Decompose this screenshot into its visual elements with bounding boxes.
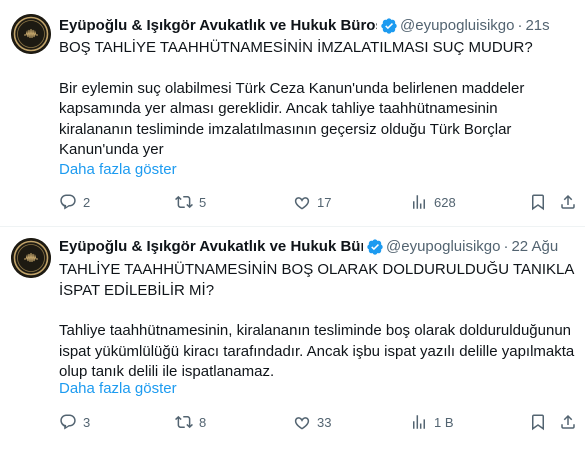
separator-dot: ·	[517, 17, 523, 34]
author-handle[interactable]: @eyupogluisikgo	[400, 16, 514, 36]
bookmark-button[interactable]	[529, 412, 547, 432]
share-icon	[561, 414, 575, 429]
tweet-headline: BOŞ TAHLİYE TAAHHÜTNAMESİNİN İMZALATILMA…	[59, 39, 533, 56]
like-button[interactable]: 33	[293, 412, 331, 432]
timestamp[interactable]: 21s	[525, 16, 549, 36]
reply-count: 3	[83, 414, 91, 430]
tweet-header: Eyüpoğlu & Işıkgör Avukatlık ve Hukuk Bü…	[59, 16, 585, 36]
author-handle[interactable]: @eyupogluisikgo	[386, 237, 500, 257]
author-name[interactable]: Eyüpoğlu & Işıkgör Avukatlık ve Hukuk Bü…	[59, 237, 363, 257]
verified-badge-icon	[367, 239, 383, 255]
tweet-2[interactable]: Eyüpoğlu & Işıkgör Avukatlık ve Hukuk Bü…	[0, 227, 585, 450]
views-count: 1 B	[434, 414, 454, 430]
share-icon	[561, 194, 575, 209]
verified-badge-icon	[381, 18, 397, 34]
repost-count: 8	[199, 414, 207, 430]
avatar[interactable]	[11, 14, 51, 54]
like-count: 17	[317, 194, 332, 210]
repost-count: 5	[199, 194, 207, 210]
share-button[interactable]	[559, 192, 577, 212]
views-count: 628	[434, 194, 456, 210]
repost-icon	[175, 195, 193, 209]
bookmark-button[interactable]	[529, 192, 547, 212]
reply-icon	[60, 194, 76, 210]
action-bar: 3 8 33 1 B	[59, 412, 579, 432]
tweet-1[interactable]: Eyüpoğlu & Işıkgör Avukatlık ve Hukuk Bü…	[0, 0, 585, 226]
timestamp[interactable]: 22 Ağu	[511, 237, 558, 257]
tweet-paragraph: Tahliye taahhütnamesinin, kiralananın te…	[59, 322, 575, 380]
tweet-text: BOŞ TAHLİYE TAAHHÜTNAMESİNİN İMZALATILMA…	[59, 38, 575, 161]
tweet-headline: TAHLİYE TAAHHÜTNAMESİNİN BOŞ OLARAK DOLD…	[59, 261, 574, 299]
tweet-paragraph: Bir eylemin suç olabilmesi Türk Ceza Kan…	[59, 79, 525, 159]
avatar[interactable]	[11, 238, 51, 278]
author-name[interactable]: Eyüpoğlu & Işıkgör Avukatlık ve Hukuk Bü…	[59, 16, 377, 36]
separator-dot: ·	[503, 238, 509, 255]
tweet-text: TAHLİYE TAAHHÜTNAMESİNİN BOŞ OLARAK DOLD…	[59, 260, 575, 383]
views-button[interactable]: 1 B	[410, 412, 454, 432]
repost-button[interactable]: 5	[175, 192, 206, 212]
like-icon	[294, 417, 310, 430]
bookmark-icon	[532, 194, 544, 211]
reply-button[interactable]: 3	[59, 412, 90, 432]
like-button[interactable]: 17	[293, 192, 331, 212]
show-more-link[interactable]: Daha fazla göster	[59, 160, 177, 180]
views-icon	[413, 415, 425, 429]
repost-button[interactable]: 8	[175, 412, 206, 432]
views-icon	[413, 195, 425, 209]
repost-icon	[175, 415, 193, 429]
reply-button[interactable]: 2	[59, 192, 90, 212]
action-bar: 2 5 17 628	[59, 192, 579, 212]
reply-icon	[60, 414, 76, 430]
bookmark-icon	[532, 414, 544, 431]
reply-count: 2	[83, 194, 91, 210]
show-more-link[interactable]: Daha fazla göster	[59, 379, 177, 399]
share-button[interactable]	[559, 412, 577, 432]
tweet-header: Eyüpoğlu & Işıkgör Avukatlık ve Hukuk Bü…	[59, 237, 585, 257]
like-count: 33	[317, 414, 332, 430]
like-icon	[294, 197, 310, 210]
views-button[interactable]: 628	[410, 192, 456, 212]
